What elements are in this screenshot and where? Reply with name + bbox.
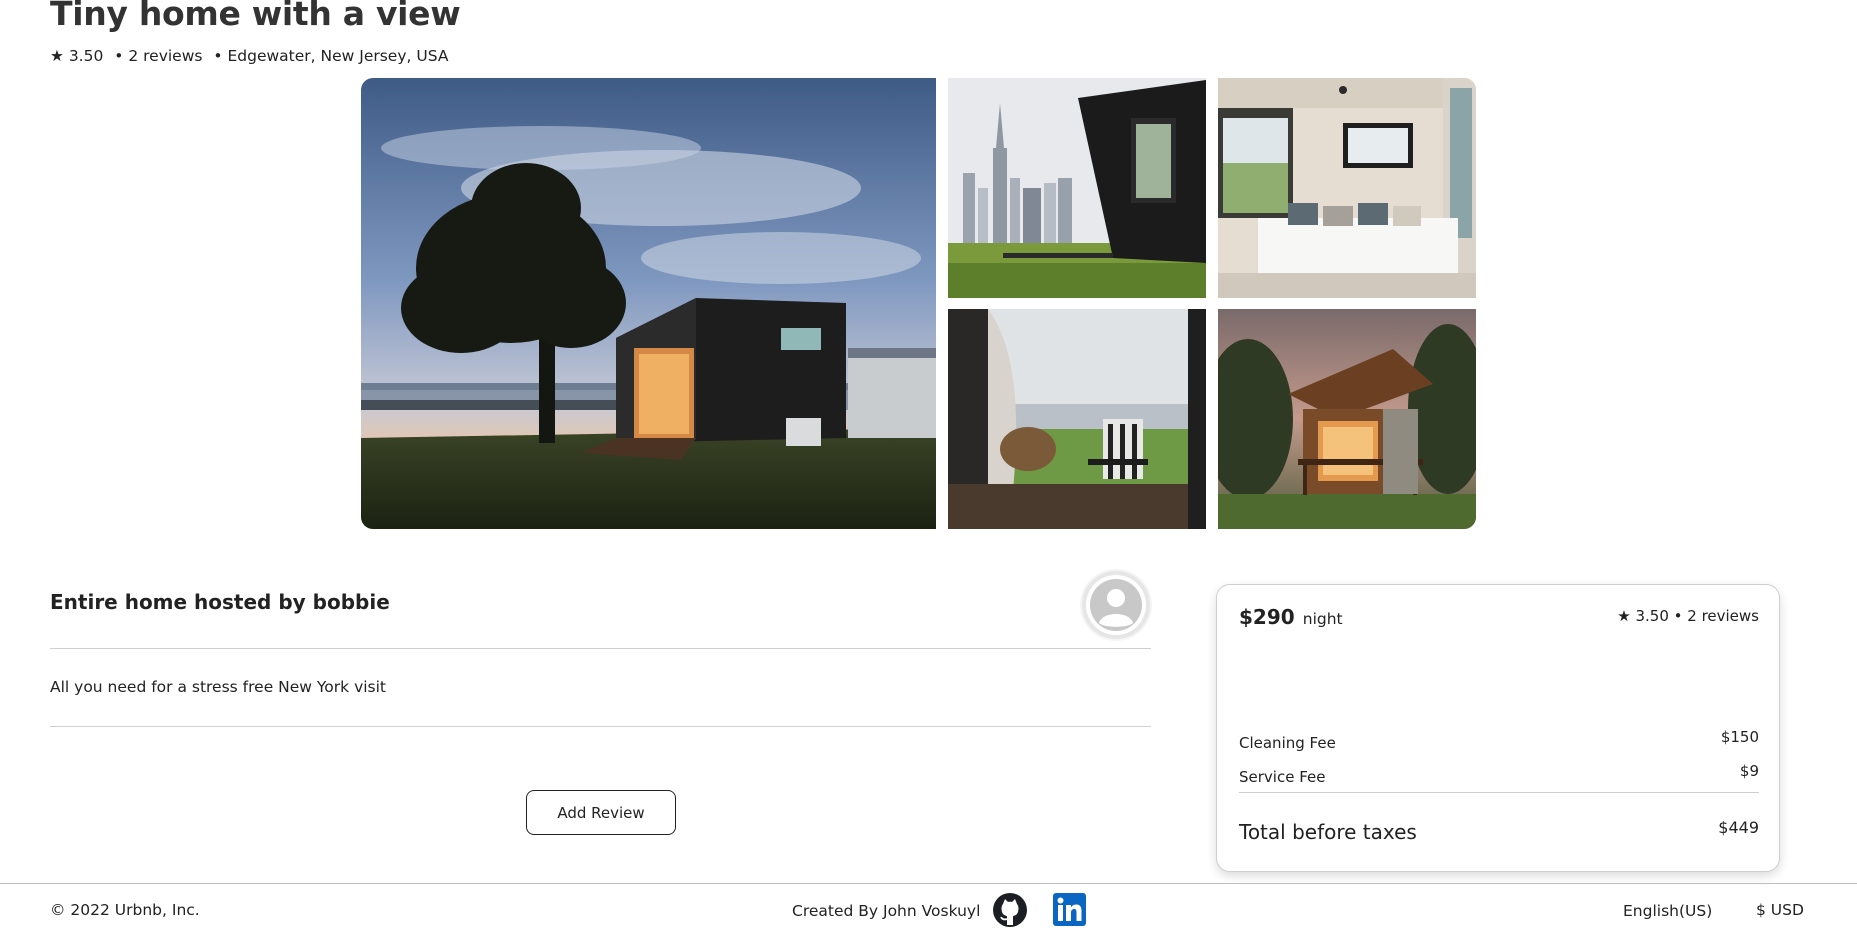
footer-created-by: Created By John Voskuyl (792, 902, 981, 920)
listing-rating: ★ 3.50 (50, 47, 104, 65)
linkedin-icon[interactable] (1053, 893, 1086, 926)
fee-label: Cleaning Fee (1239, 734, 1336, 752)
listing-title: Tiny home with a view (50, 0, 461, 33)
nightly-price: $290 night (1239, 605, 1343, 629)
photo-bedroom[interactable] (1218, 78, 1476, 298)
photo-skyline-image (948, 78, 1206, 298)
add-review-button[interactable]: Add Review (526, 790, 676, 835)
fee-row-service: Service Fee $9 (1239, 762, 1759, 786)
listing-description: All you need for a stress free New York … (50, 678, 387, 696)
listing-reviews: • 2 reviews (114, 47, 203, 65)
total-value: $449 (1718, 818, 1759, 837)
photo-woods-cabin-image (1218, 309, 1476, 529)
footer-divider (0, 883, 1857, 884)
photo-skyline[interactable] (948, 78, 1206, 298)
user-avatar-icon (1082, 571, 1150, 639)
photo-main-image (361, 78, 936, 529)
section-divider (50, 726, 1151, 727)
total-label: Total before taxes (1239, 820, 1417, 844)
fee-label: Service Fee (1239, 768, 1326, 786)
host-title: Entire home hosted by bobbie (50, 590, 390, 614)
fee-row-cleaning: Cleaning Fee $150 (1239, 728, 1759, 752)
listing-location: • Edgewater, New Jersey, USA (213, 47, 449, 65)
total-row: Total before taxes $449 (1239, 818, 1759, 848)
photo-main[interactable] (361, 78, 936, 529)
card-divider (1239, 792, 1759, 793)
section-divider (50, 648, 1151, 649)
language-selector[interactable]: English(US) (1623, 902, 1712, 920)
photo-bedroom-image (1218, 78, 1476, 298)
photo-gallery (361, 78, 1477, 529)
currency-selector[interactable]: $ USD (1756, 901, 1804, 919)
price-unit: night (1302, 610, 1343, 628)
listing-subline: ★ 3.50 • 2 reviews • Edgewater, New Jers… (50, 47, 454, 65)
booking-card: $290 night ★ 3.50 • 2 reviews Cleaning F… (1216, 584, 1780, 872)
fee-value: $9 (1739, 762, 1759, 780)
price-amount: $290 (1239, 605, 1295, 629)
photo-porch-image (948, 309, 1206, 529)
github-icon[interactable] (992, 892, 1028, 928)
fee-value: $150 (1720, 728, 1759, 746)
photo-porch[interactable] (948, 309, 1206, 529)
photo-woods-cabin[interactable] (1218, 309, 1476, 529)
footer-copyright: © 2022 Urbnb, Inc. (50, 901, 200, 919)
card-rating-summary: ★ 3.50 • 2 reviews (1617, 607, 1759, 625)
